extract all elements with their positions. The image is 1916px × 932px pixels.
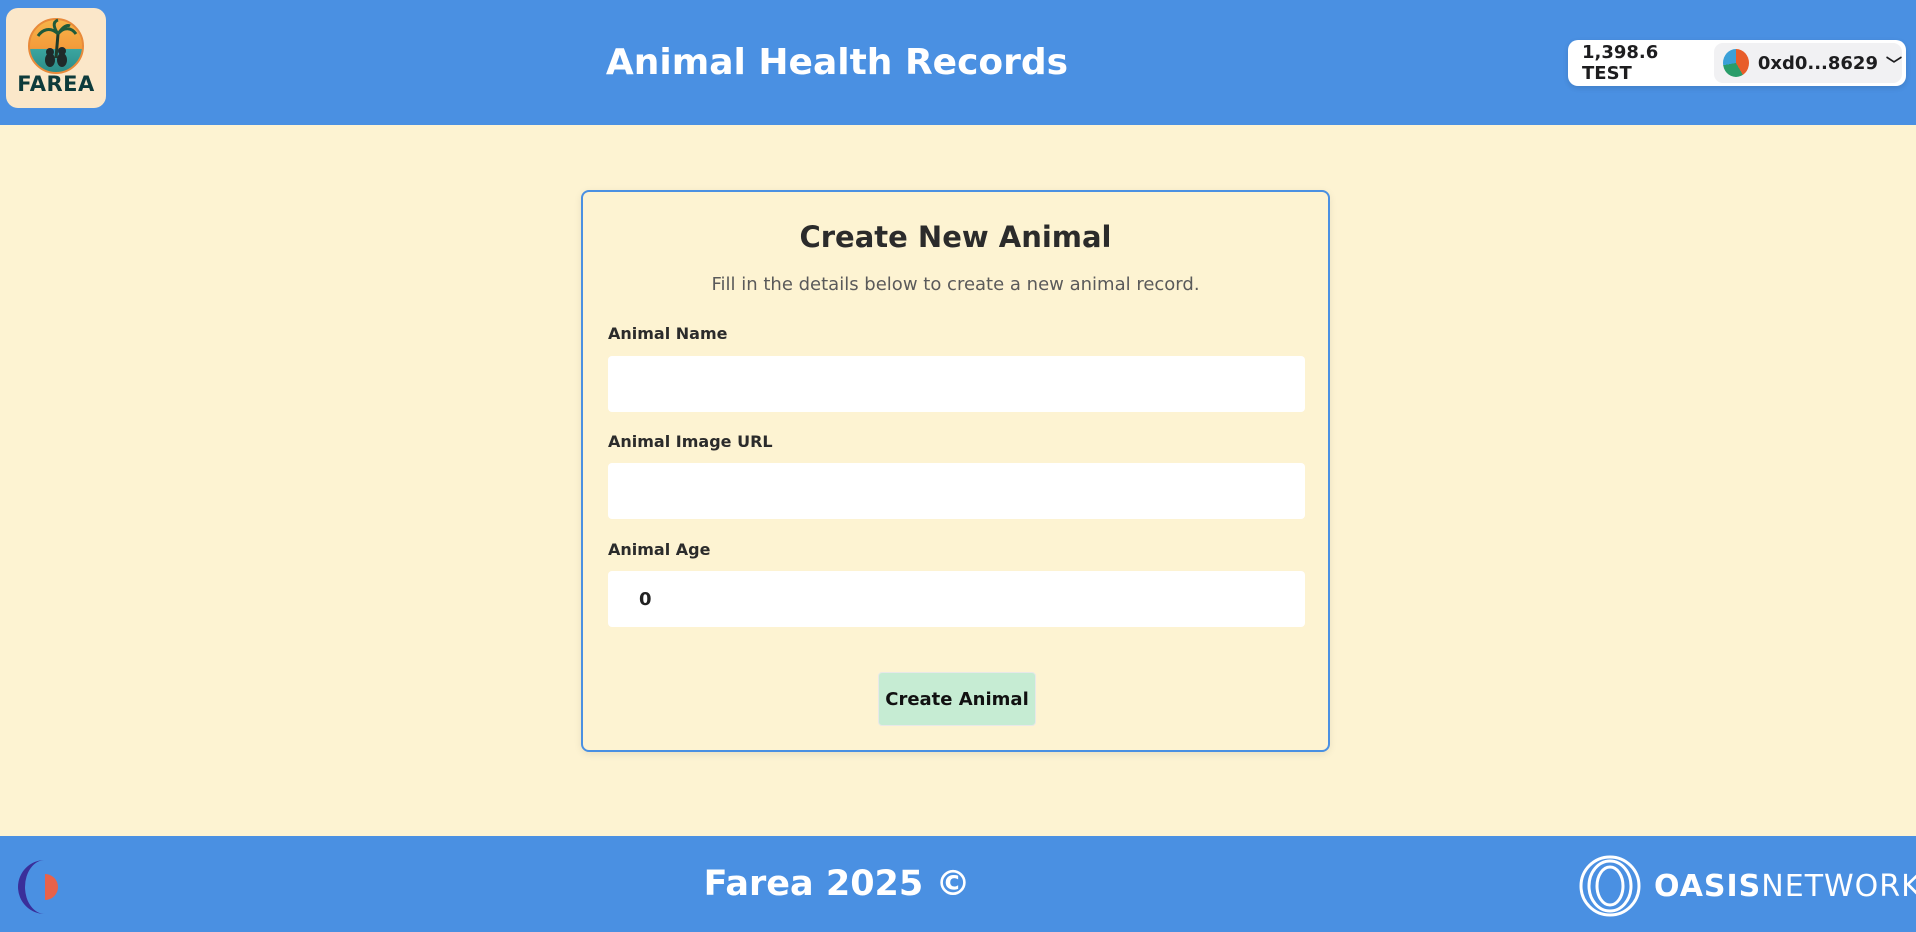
oasis-rings-icon — [1579, 855, 1641, 917]
wallet-account-button[interactable]: 0xd0...8629 ﹀ — [1714, 43, 1902, 83]
animal-name-label: Animal Name — [608, 324, 728, 343]
footer: Farea 2025 © OASISNETWORK — [0, 836, 1916, 932]
create-animal-button[interactable]: Create Animal — [878, 672, 1036, 726]
animal-name-input[interactable] — [608, 356, 1305, 412]
animal-image-url-input[interactable] — [608, 463, 1305, 519]
animal-image-url-label: Animal Image URL — [608, 432, 773, 451]
footer-copyright: Farea 2025 © — [703, 864, 971, 904]
header: FAREA Animal Health Records 1,398.6 TEST… — [0, 0, 1916, 125]
animal-age-input[interactable] — [608, 571, 1305, 627]
wallet-address: 0xd0...8629 — [1757, 52, 1878, 74]
oasis-text-bold: OASIS — [1654, 868, 1762, 904]
wallet-connect-button[interactable]: 1,398.6 TEST 0xd0...8629 ﹀ — [1568, 40, 1906, 86]
create-animal-card: Create New Animal Fill in the details be… — [581, 190, 1330, 752]
page-title: Animal Health Records — [605, 42, 1069, 83]
form-subtitle: Fill in the details below to create a ne… — [711, 274, 1200, 295]
wallet-balance[interactable]: 1,398.6 TEST — [1568, 42, 1714, 84]
wallet-avatar-icon — [1723, 49, 1749, 77]
oasis-network-text: OASISNETWORK — [1654, 869, 1916, 904]
oasis-text-light: NETWORK — [1761, 868, 1916, 904]
animal-age-label: Animal Age — [608, 540, 711, 559]
form-title: Create New Animal — [799, 220, 1112, 254]
oasis-network-logo[interactable]: OASISNETWORK — [1578, 854, 1916, 918]
chevron-down-icon: ﹀ — [1885, 55, 1902, 74]
